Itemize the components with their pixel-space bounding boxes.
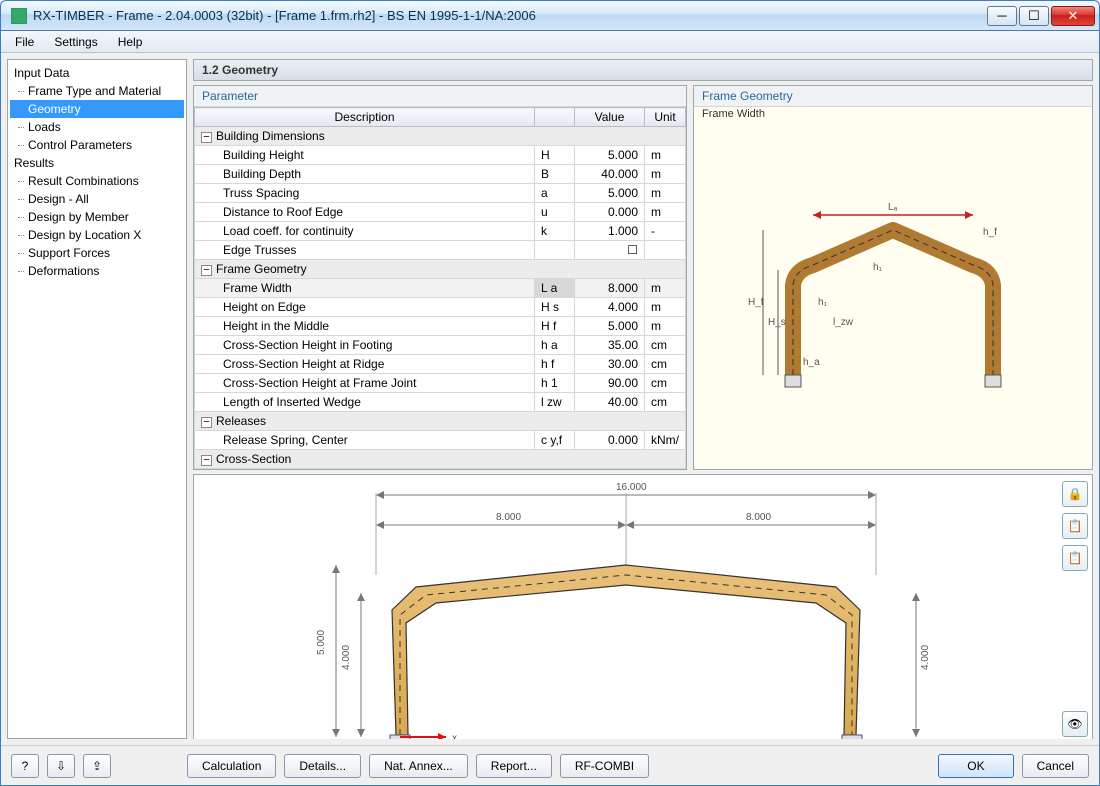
- panel-title: 1.2 Geometry: [193, 59, 1093, 81]
- group-releases[interactable]: −Releases: [195, 412, 686, 431]
- menubar: File Settings Help: [1, 31, 1099, 53]
- tree-head-input: Input Data: [10, 64, 184, 82]
- svg-text:Lₐ: Lₐ: [888, 202, 898, 213]
- menu-settings[interactable]: Settings: [46, 33, 105, 51]
- window-title: RX-TIMBER - Frame - 2.04.0003 (32bit) - …: [33, 8, 987, 23]
- svg-text:4.000: 4.000: [920, 645, 931, 670]
- cancel-button[interactable]: Cancel: [1022, 754, 1089, 778]
- sidebar-item-control[interactable]: Control Parameters: [10, 136, 184, 154]
- minimize-button[interactable]: ─: [987, 6, 1017, 26]
- group-building[interactable]: −Building Dimensions: [195, 127, 686, 146]
- svg-text:h₁: h₁: [873, 262, 883, 273]
- svg-text:h_f: h_f: [983, 227, 997, 238]
- details-button[interactable]: Details...: [284, 754, 361, 778]
- sidebar-item-design-all[interactable]: Design - All: [10, 190, 184, 208]
- sidebar-item-result-comb[interactable]: Result Combinations: [10, 172, 184, 190]
- sidebar-item-geometry[interactable]: Geometry: [10, 100, 184, 118]
- close-button[interactable]: ✕: [1051, 6, 1095, 26]
- menu-file[interactable]: File: [7, 33, 42, 51]
- menu-help[interactable]: Help: [110, 33, 151, 51]
- copy-icon[interactable]: 📋: [1062, 513, 1088, 539]
- drawing-canvas[interactable]: 16.000 8.000 8.000: [194, 475, 1058, 739]
- view-icon[interactable]: 👁: [1062, 711, 1088, 737]
- export-icon[interactable]: ⇪: [83, 754, 111, 778]
- svg-text:l_zw: l_zw: [833, 317, 854, 328]
- svg-text:8.000: 8.000: [496, 512, 521, 523]
- svg-text:x: x: [452, 733, 457, 739]
- sidebar-item-deform[interactable]: Deformations: [10, 262, 184, 280]
- sidebar-item-support[interactable]: Support Forces: [10, 244, 184, 262]
- parameter-table[interactable]: Description Value Unit −Building Dimensi…: [194, 107, 686, 469]
- sidebar-item-frame-type[interactable]: Frame Type and Material: [10, 82, 184, 100]
- rf-combi-button[interactable]: RF-COMBI: [560, 754, 649, 778]
- col-sym: [535, 108, 575, 127]
- preview-head: Frame Geometry: [694, 86, 1092, 107]
- preview-canvas: Lₐ h_f H_f H_s h₁ h₁ l_zw h: [694, 121, 1092, 469]
- svg-text:H_f: H_f: [748, 297, 764, 308]
- help-icon[interactable]: ?: [11, 754, 39, 778]
- report-button[interactable]: Report...: [476, 754, 552, 778]
- svg-text:5.000: 5.000: [316, 630, 327, 655]
- svg-text:h_a: h_a: [803, 357, 820, 368]
- copy2-icon[interactable]: 📋: [1062, 545, 1088, 571]
- svg-text:4.000: 4.000: [341, 645, 352, 670]
- drawing-panel: 16.000 8.000 8.000: [193, 474, 1093, 739]
- preview-sub: Frame Width: [694, 107, 1092, 121]
- sidebar-item-design-locx[interactable]: Design by Location X: [10, 226, 184, 244]
- col-unit: Unit: [645, 108, 686, 127]
- nat-annex-button[interactable]: Nat. Annex...: [369, 754, 468, 778]
- calculation-button[interactable]: Calculation: [187, 754, 276, 778]
- svg-text:H_s: H_s: [768, 317, 786, 328]
- svg-text:h₁: h₁: [818, 297, 828, 308]
- parameter-label: Parameter: [194, 86, 686, 107]
- group-frame-geom[interactable]: −Frame Geometry: [195, 260, 686, 279]
- drawing-tools: 🔒 📋 📋 👁 🔍: [1058, 475, 1092, 739]
- titlebar: RX-TIMBER - Frame - 2.04.0003 (32bit) - …: [1, 1, 1099, 31]
- tree-head-results: Results: [10, 154, 184, 172]
- col-value: Value: [575, 108, 645, 127]
- bottom-bar: ? ⇩ ⇪ Calculation Details... Nat. Annex.…: [1, 745, 1099, 785]
- svg-text:8.000: 8.000: [746, 512, 771, 523]
- ok-button[interactable]: OK: [938, 754, 1013, 778]
- preview-panel: Frame Geometry Frame Width: [693, 85, 1093, 470]
- app-icon: [11, 8, 27, 24]
- col-desc: Description: [195, 108, 535, 127]
- maximize-button[interactable]: ☐: [1019, 6, 1049, 26]
- sidebar-item-design-member[interactable]: Design by Member: [10, 208, 184, 226]
- group-cross-section[interactable]: −Cross-Section: [195, 450, 686, 469]
- svg-text:16.000: 16.000: [616, 482, 647, 493]
- sidebar-item-loads[interactable]: Loads: [10, 118, 184, 136]
- sidebar: Input Data Frame Type and Material Geome…: [7, 59, 187, 739]
- lock-icon[interactable]: 🔒: [1062, 481, 1088, 507]
- edge-trusses-checkbox[interactable]: ☐: [575, 241, 645, 260]
- parameter-panel: Parameter Description Value Unit −Buildi…: [193, 85, 687, 470]
- import-icon[interactable]: ⇩: [47, 754, 75, 778]
